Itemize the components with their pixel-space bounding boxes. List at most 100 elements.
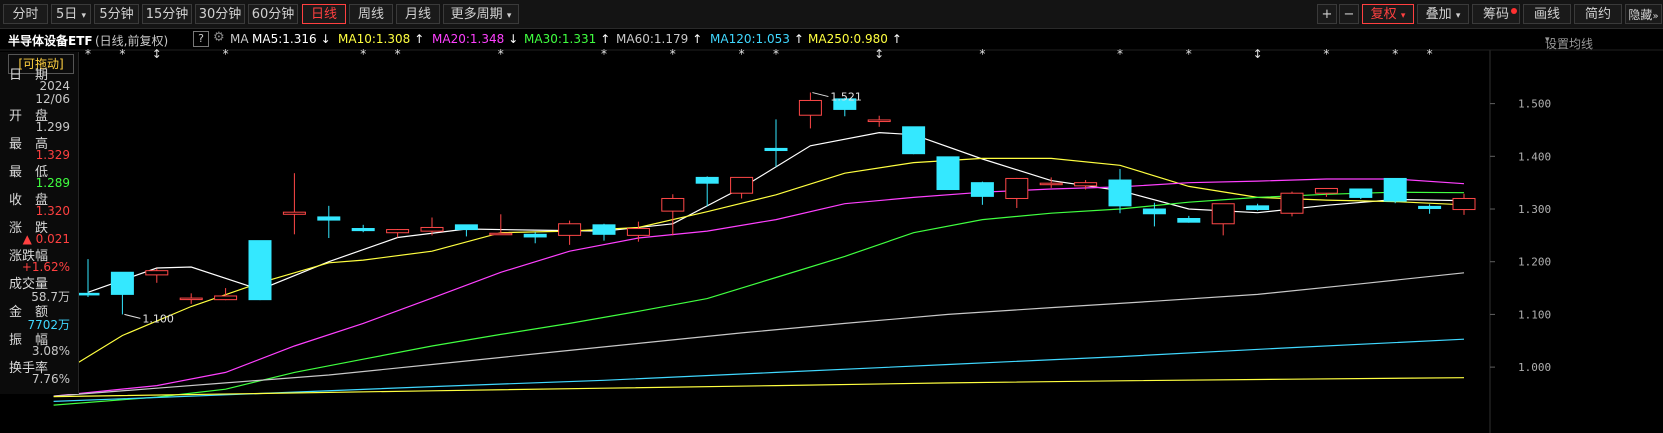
event-marker: ↕	[1253, 47, 1263, 61]
candle	[1005, 177, 1029, 208]
candle-body	[798, 99, 822, 116]
event-marker: ↕	[152, 47, 162, 61]
candle-body	[489, 232, 513, 236]
candle-body	[1246, 205, 1270, 211]
candle	[1280, 191, 1304, 217]
event-marker: *	[223, 47, 229, 61]
candle	[76, 259, 100, 298]
candle	[145, 268, 169, 283]
panel-row-value: 7.76%	[31, 372, 70, 386]
candle-body	[1211, 203, 1235, 225]
ma-line-ma250	[53, 377, 1465, 398]
candle-body	[902, 126, 926, 155]
candle-body	[626, 228, 650, 236]
candle	[1246, 203, 1270, 211]
candle-body	[867, 119, 891, 123]
info-panel[interactable]: [可拖动] 日 期 2024 12/06 开 盘 1.299 最 高 1.329 最 低 1.2…	[0, 52, 79, 394]
ma-line-ma10	[70, 157, 1465, 368]
candle	[730, 176, 754, 199]
y-tick-label: 1.100	[1518, 308, 1551, 321]
panel-row-value: ▲ 0.021	[22, 232, 70, 246]
candle-body	[179, 297, 203, 301]
candle-body	[1108, 179, 1132, 207]
event-marker: *	[739, 47, 745, 61]
event-marker: *	[119, 47, 125, 61]
candle-body	[695, 176, 719, 184]
event-marker: *	[1186, 47, 1192, 61]
annotation-label: 1.100	[142, 312, 174, 325]
candle	[317, 205, 341, 238]
candle-body	[1314, 187, 1338, 194]
event-marker: *	[773, 47, 779, 61]
candle-body	[214, 295, 238, 301]
candle-body	[1418, 205, 1442, 209]
y-tick-label: 1.500	[1518, 98, 1551, 111]
event-marker: *	[360, 47, 366, 61]
candle-body	[420, 226, 444, 232]
candle-body	[1039, 182, 1063, 186]
candle-body	[523, 233, 547, 238]
candle	[1349, 188, 1373, 200]
panel-row-value: +1.62%	[21, 260, 70, 274]
candle	[592, 223, 616, 241]
candle-body	[592, 224, 616, 235]
candle	[1108, 168, 1132, 214]
event-marker: *	[670, 47, 676, 61]
panel-row-value: 2024	[39, 79, 70, 93]
candle	[1452, 193, 1476, 215]
candle	[282, 173, 306, 235]
event-marker: *	[1117, 47, 1123, 61]
event-marker: *	[1323, 47, 1329, 61]
event-marker: *	[1427, 47, 1433, 61]
candle	[1211, 203, 1235, 236]
candle	[764, 119, 788, 167]
panel-row-value: 12/06	[35, 92, 70, 106]
event-marker: *	[498, 47, 504, 61]
candle	[798, 92, 822, 129]
candle-body	[454, 224, 478, 231]
candle-body	[1177, 218, 1201, 223]
candle-body	[1074, 182, 1098, 187]
candle-body	[1280, 192, 1304, 214]
candle	[523, 232, 547, 244]
candle	[454, 224, 478, 237]
candle-body	[145, 270, 169, 276]
candle	[661, 194, 685, 236]
candle	[351, 224, 375, 233]
candle	[179, 293, 203, 304]
candle	[626, 221, 650, 242]
candlestick-chart[interactable]: * * ↕ * * * * * * * * ↕ * * * ↕ * * * 1.500 1.400 1.300 1.200…	[0, 0, 1663, 433]
candle-body	[1383, 177, 1407, 202]
y-tick-label: 1.000	[1518, 361, 1551, 374]
candle	[970, 181, 994, 205]
candle	[867, 115, 891, 127]
event-marker: ↕	[874, 47, 884, 61]
panel-row-value: 1.299	[35, 120, 70, 134]
candle	[1177, 215, 1201, 223]
candle-body	[76, 292, 100, 296]
candle	[902, 126, 926, 155]
candle-body	[764, 147, 788, 152]
candle-body	[730, 176, 754, 194]
candle	[558, 220, 582, 245]
candle	[110, 271, 134, 315]
candle-body	[1142, 208, 1166, 215]
candle	[248, 240, 272, 301]
candle	[214, 288, 238, 301]
candle-body	[970, 182, 994, 197]
event-marker: *	[85, 47, 91, 61]
candle	[1314, 187, 1338, 197]
panel-row-value: 3.08%	[31, 344, 70, 358]
panel-row-value: 1.289	[35, 176, 70, 190]
y-tick-label: 1.300	[1518, 203, 1551, 216]
candle-body	[558, 223, 582, 236]
annotation-pointer	[812, 92, 829, 98]
candle-body	[248, 240, 272, 301]
ma-line-ma120	[53, 338, 1465, 402]
candle-body	[282, 211, 306, 215]
candle-body	[110, 271, 134, 295]
candle-body	[1005, 177, 1029, 199]
panel-row-value: 1.329	[35, 148, 70, 162]
annotation-label: 1.521	[830, 91, 862, 104]
event-marker: *	[601, 47, 607, 61]
